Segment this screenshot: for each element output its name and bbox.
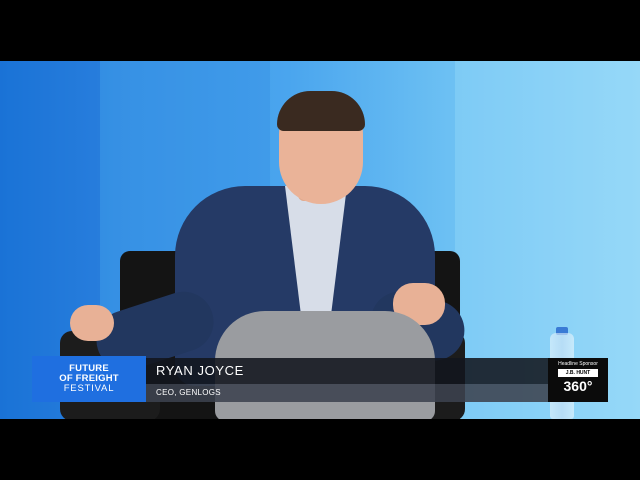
speaker-title: CEO, GENLOGS [146, 384, 548, 402]
sponsor-label: Headline Sponsor [558, 361, 598, 367]
sponsor-product: 360° [563, 378, 593, 394]
speaker-name: RYAN JOYCE [146, 358, 548, 384]
sponsor-brand: J.B. HUNT [558, 369, 598, 377]
event-logo: FUTURE OF FREIGHT FESTIVAL [32, 356, 146, 402]
sponsor-badge: Headline Sponsor J.B. HUNT 360° [548, 358, 608, 402]
logo-line-3: FESTIVAL [63, 383, 115, 394]
speaker-hand-left [70, 305, 114, 341]
speaker-hair [277, 91, 365, 131]
video-frame: FUTURE OF FREIGHT FESTIVAL RYAN JOYCE CE… [0, 0, 640, 480]
